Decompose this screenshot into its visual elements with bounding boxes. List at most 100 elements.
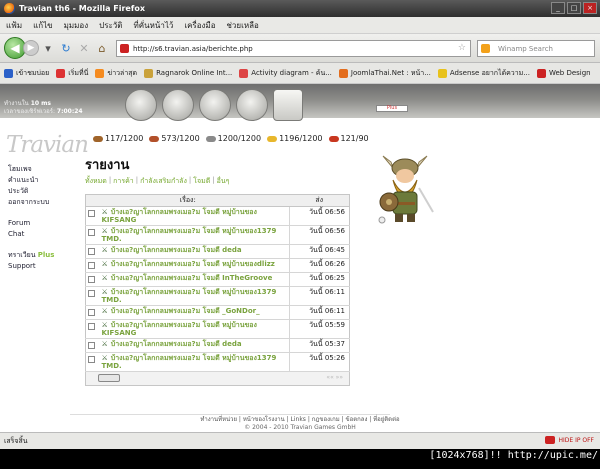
tab-attacks[interactable]: โจมตี [193, 176, 210, 187]
window-controls: _ □ × [551, 2, 597, 14]
table-footer: «« »» [85, 371, 350, 386]
close-button[interactable]: × [583, 2, 597, 14]
statistics-icon[interactable] [236, 89, 268, 121]
menu-file[interactable]: แฟ้ม [6, 19, 22, 32]
footer-links[interactable]: ทำงานที่หน่วย | หน้าของโรงงาน | Links | … [0, 416, 600, 424]
sidebar-link-plus[interactable]: ทราเวียน Plus [8, 250, 54, 261]
bookmark-item[interactable]: Adsense อยากได้ความ... [437, 68, 530, 79]
table-row[interactable]: ⚔ บ้างเอ?ญาโลกกลมพรงเมอ?ม โจมตี _GoNDor_ ว… [85, 305, 350, 320]
map-icon[interactable] [199, 89, 231, 121]
attack-swords-icon: ⚔ [101, 274, 108, 282]
sidebar-link-support[interactable]: Support [8, 261, 54, 272]
table-row[interactable]: ⚔ บ้างเอ?ญาโลกกลมพรงเมอ?ม โจมตี InTheGroo… [85, 272, 350, 287]
report-checkbox[interactable] [88, 290, 95, 297]
menu-bookmarks[interactable]: ที่คั่นหน้าไว้ [133, 19, 173, 32]
report-filter-tabs: ทั้งหมด | การค้า | กำลังเสริมกำลัง | โจม… [85, 176, 229, 187]
report-checkbox[interactable] [88, 276, 95, 283]
tab-separator: | [108, 176, 112, 184]
table-row[interactable]: ⚔ บ้างเอ?ญาโลกกลมพรงเมอ?ม โจมตี หมู่บ้านข… [85, 225, 350, 245]
menu-view[interactable]: มุมมอง [64, 19, 89, 32]
sidebar-link-forum[interactable]: Forum [8, 218, 54, 229]
maximize-button[interactable]: □ [567, 2, 581, 14]
table-row[interactable]: ⚔ บ้างเอ?ญาโลกกลมพรงเมอ?ม โจมตี หมู่บ้านข… [85, 258, 350, 273]
clay-icon [149, 135, 160, 142]
server-info: ทำงานใน 10 ms เวลาของเซิร์ฟเวอร์: 7:00:2… [4, 100, 83, 115]
column-subject: เรื่อง: [85, 194, 290, 207]
site-favicon [120, 44, 129, 53]
bookmark-item[interactable]: Ragnarok Online Int... [144, 68, 232, 78]
bookmark-star-icon[interactable]: ☆ [458, 43, 466, 53]
footer-divider [70, 414, 390, 415]
sidebar-link-profile[interactable]: ประวัติ [8, 186, 54, 197]
report-subject-link[interactable]: บ้างเอ?ญาโลกกลมพรงเมอ?ม โจมตี deda [111, 246, 242, 254]
tab-all[interactable]: ทั้งหมด [85, 176, 107, 187]
report-checkbox[interactable] [88, 309, 95, 316]
report-time: วันนี้ 06:56 [289, 225, 350, 245]
stop-icon[interactable]: ✕ [75, 39, 93, 57]
sidebar-link-logout[interactable]: ออกจากระบบ [8, 197, 54, 208]
menu-edit[interactable]: แก้ไข [33, 19, 53, 32]
delete-button[interactable] [98, 374, 120, 382]
bookmark-item[interactable]: เริ่มที่นี่ [56, 68, 88, 79]
tab-other[interactable]: อื่นๆ [217, 176, 230, 187]
tab-trade[interactable]: การค้า [113, 176, 134, 187]
table-row[interactable]: ⚔ บ้างเอ?ญาโลกกลมพรงเมอ?ม โจมตี หมู่บ้านข… [85, 286, 350, 306]
report-subject-link[interactable]: บ้างเอ?ญาโลกกลมพรงเมอ?ม โจมตี หมู่บ้านขอ… [102, 288, 277, 304]
search-engine-icon[interactable] [481, 44, 490, 53]
report-subject-link[interactable]: บ้างเอ?ญาโลกกลมพรงเมอ?ม โจมตี หมู่บ้านขอ… [111, 260, 275, 268]
menu-history[interactable]: ประวัติ [99, 19, 122, 32]
plus-badge[interactable]: Plus [376, 105, 408, 112]
home-icon[interactable]: ⌂ [93, 39, 111, 57]
report-subject-link[interactable]: บ้างเอ?ญาโลกกลมพรงเมอ?ม โจมตี หมู่บ้านขอ… [102, 321, 257, 337]
menu-tools[interactable]: เครื่องมือ [184, 19, 215, 32]
report-subject-link[interactable]: บ้างเอ?ญาโลกกลมพรงเมอ?ม โจมตี InTheGroov… [111, 274, 273, 282]
bookmark-icon [144, 68, 154, 78]
resource-consumption: 121/90 [328, 134, 369, 143]
report-checkbox[interactable] [88, 210, 95, 217]
table-row[interactable]: ⚔ บ้างเอ?ญาโลกกลมพรงเมอ?ม โจมตี deda วันนี… [85, 244, 350, 259]
minimize-button[interactable]: _ [551, 2, 565, 14]
bookmark-item[interactable]: Web Design [536, 68, 591, 78]
sidebar-link-instructions[interactable]: คำแนะนำ [8, 175, 54, 186]
report-checkbox[interactable] [88, 342, 95, 349]
address-bar[interactable]: http://s6.travian.asia/berichte.php ☆ [116, 40, 471, 57]
report-time: วันนี้ 06:45 [289, 244, 350, 259]
attack-swords-icon: ⚔ [101, 340, 108, 348]
report-checkbox[interactable] [88, 323, 95, 330]
hideip-indicator[interactable]: HIDE IP OFF [545, 436, 594, 444]
village-center-icon[interactable] [162, 89, 194, 121]
sidebar: โฮมเพจ คำแนะนำ ประวัติ ออกจากระบบ Forum … [8, 164, 54, 272]
search-bar[interactable]: Winamp Search [477, 40, 595, 57]
report-time: วันนี้ 05:59 [289, 319, 350, 339]
bookmark-item[interactable]: ข่าวล่าสุด [95, 68, 137, 79]
report-subject-link[interactable]: บ้างเอ?ญาโลกกลมพรงเมอ?ม โจมตี หมู่บ้านขอ… [102, 354, 277, 370]
report-checkbox[interactable] [88, 356, 95, 363]
table-row[interactable]: ⚔ บ้างเอ?ญาโลกกลมพรงเมอ?ม โจมตี หมู่บ้านข… [85, 206, 350, 226]
bookmark-item[interactable]: Activity diagram - ค้น... [239, 68, 332, 79]
reports-icon[interactable] [273, 89, 303, 121]
bookmark-item[interactable]: เข้าชมบ่อย [4, 68, 49, 79]
sidebar-link-home[interactable]: โฮมเพจ [8, 164, 54, 175]
pagination-arrows[interactable]: «« »» [326, 374, 343, 381]
report-subject-link[interactable]: บ้างเอ?ญาโลกกลมพรงเมอ?ม โจมตี หมู่บ้านขอ… [102, 208, 257, 224]
report-subject-link[interactable]: บ้างเอ?ญาโลกกลมพรงเมอ?ม โจมตี _GoNDor_ [111, 307, 260, 315]
village-overview-icon[interactable] [125, 89, 157, 121]
report-checkbox[interactable] [88, 229, 95, 236]
column-sent: ส่ง [289, 194, 350, 207]
report-checkbox[interactable] [88, 248, 95, 255]
report-subject-link[interactable]: บ้างเอ?ญาโลกกลมพรงเมอ?ม โจมตี หมู่บ้านขอ… [102, 227, 277, 243]
report-subject-link[interactable]: บ้างเอ?ญาโลกกลมพรงเมอ?ม โจมตี deda [111, 340, 242, 348]
table-row[interactable]: ⚔ บ้างเอ?ญาโลกกลมพรงเมอ?ม โจมตี หมู่บ้านข… [85, 319, 350, 339]
report-checkbox[interactable] [88, 262, 95, 269]
report-time: วันนี้ 06:11 [289, 286, 350, 306]
menu-help[interactable]: ช่วยเหลือ [227, 19, 259, 32]
window-title: Travian th6 - Mozilla Firefox [19, 4, 145, 13]
forward-button[interactable]: ▶ [23, 40, 39, 56]
table-row[interactable]: ⚔ บ้างเอ?ญาโลกกลมพรงเมอ?ม โจมตี deda วันนี… [85, 338, 350, 353]
sidebar-link-chat[interactable]: Chat [8, 229, 54, 240]
bookmark-item[interactable]: JoomlaThai.Net : หน้า... [338, 68, 431, 79]
dropdown-history-icon[interactable]: ▾ [39, 39, 57, 57]
tab-reinforcement[interactable]: กำลังเสริมกำลัง [140, 176, 187, 187]
reload-icon[interactable]: ↻ [57, 39, 75, 57]
table-row[interactable]: ⚔ บ้างเอ?ญาโลกกลมพรงเมอ?ม โจมตี หมู่บ้านข… [85, 352, 350, 372]
